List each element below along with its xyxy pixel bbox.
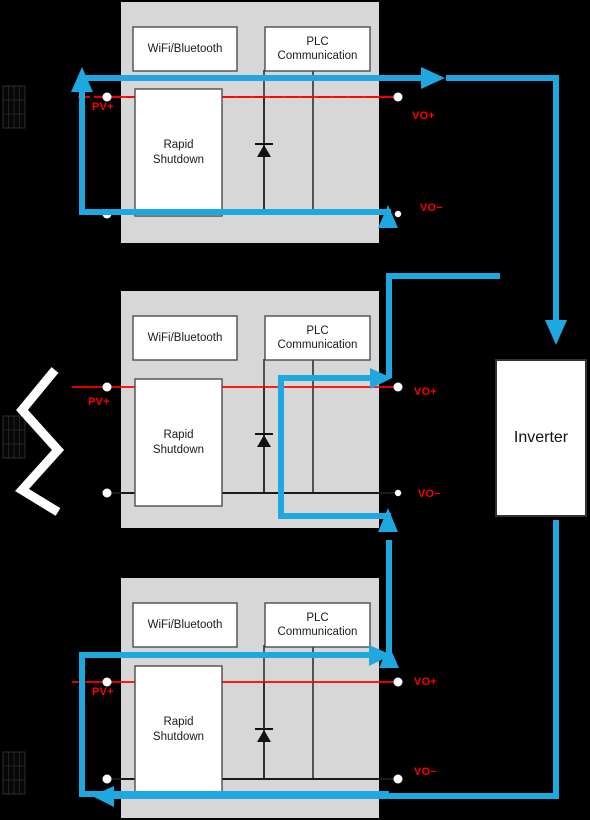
module-2-terminal-pv-positive: [102, 382, 112, 392]
module-1-terminal-vo-negative: [394, 210, 402, 218]
module-3-rapid-shutdown-label: Rapid Shutdown: [152, 716, 205, 743]
inverter-label: Inverter: [513, 429, 569, 446]
arrow-right-module-1-top: [421, 67, 445, 89]
module-3-plc-label: PLC Communication: [277, 611, 358, 638]
module-3-terminal-pv-negative: [102, 774, 112, 784]
module-1-wifi-label: WiFi/Bluetooth: [147, 42, 223, 55]
module-2-terminal-vo-negative: [394, 489, 402, 497]
arrow-down-to-inverter: [545, 320, 567, 345]
arrow-up-module-2-right: [378, 508, 398, 532]
module-3-terminal-vo-negative: [393, 774, 403, 784]
zigzag-ellipsis-icon: [15, 367, 65, 516]
module-2-plc-label: PLC Communication: [277, 324, 358, 351]
module-3-vo-negative-label: VO−: [414, 766, 437, 778]
module-2-vo-positive-label: VO+: [414, 386, 437, 398]
module-1-terminal-vo-positive: [393, 92, 403, 102]
module-2-vo-negative-label: VO−: [418, 488, 441, 500]
module-1-pv-positive-label: PV+: [92, 101, 114, 113]
pv-panel-icon-1: [2, 85, 26, 129]
module-2-terminal-pv-negative: [102, 488, 112, 498]
plc-segment-top-to-inverter: [446, 75, 559, 334]
pv-panel-icon-3: [2, 751, 26, 795]
module-3-wifi-label: WiFi/Bluetooth: [147, 618, 223, 631]
module-1-rapid-shutdown-label: Rapid Shutdown: [152, 139, 205, 166]
module-3-terminal-vo-positive: [393, 677, 403, 687]
plc-segment-module-2-riser: [386, 273, 500, 378]
module-3-vo-positive-label: VO+: [414, 676, 437, 688]
pv-panel-icon-2: [2, 415, 26, 459]
module-1-vo-positive-label: VO+: [412, 110, 435, 122]
module-2-pv-positive-label: PV+: [88, 396, 110, 408]
module-2-terminal-vo-positive: [393, 382, 403, 392]
module-1-plc-label: PLC Communication: [277, 35, 358, 62]
module-2-rapid-shutdown-label: Rapid Shutdown: [152, 429, 205, 456]
module-3-pv-positive-label: PV+: [92, 686, 114, 698]
diagram-canvas: WiFi/Bluetooth PLC Communication Rapid S…: [0, 0, 590, 820]
module-1-vo-negative-label: VO−: [420, 202, 443, 214]
arrow-left-module-3: [92, 786, 114, 807]
module-2-wifi-label: WiFi/Bluetooth: [147, 331, 223, 344]
arrow-up-module-1-right: [378, 205, 398, 228]
